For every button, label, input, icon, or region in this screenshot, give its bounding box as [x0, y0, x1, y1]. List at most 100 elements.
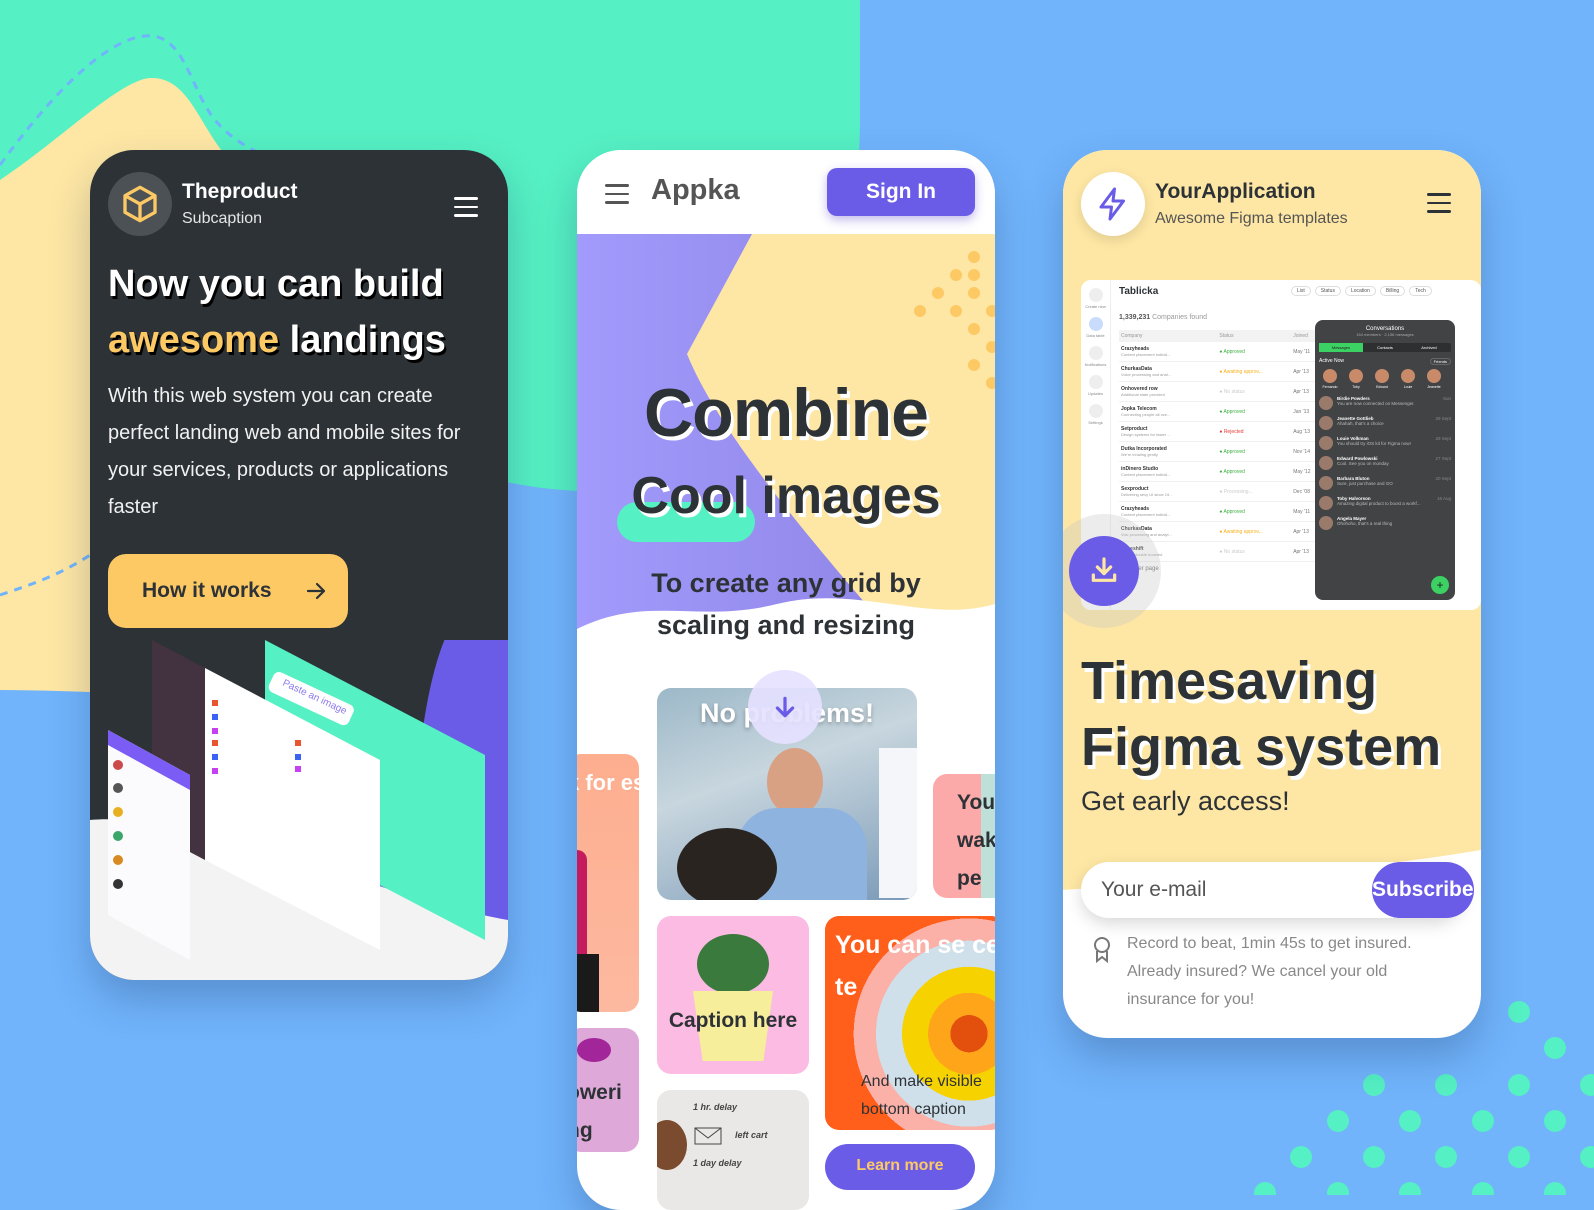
headline-line1: Now you can build [108, 263, 444, 305]
conversation-item[interactable]: Edward Powlowski Cool. See you on monday 2… [1315, 453, 1455, 473]
status-badge: ● Rejected [1219, 428, 1244, 435]
subscribe-button[interactable]: Subscribe [1372, 862, 1474, 918]
conversation-item[interactable]: Jeanette Gottlieb Ahahah, that's a choice… [1315, 413, 1455, 433]
cube-icon [108, 172, 172, 236]
lightning-icon [1081, 172, 1145, 236]
dashboard-sidebar-item[interactable]: Data table [1084, 317, 1107, 338]
headline: Timesaving Figma system [1081, 651, 1442, 777]
svg-text:1 hr. delay: 1 hr. delay [693, 1102, 738, 1112]
card-bottom-caption: And make visible bottom caption [861, 1073, 982, 1118]
status-badge: ● Approved [1219, 408, 1245, 415]
conversation-tab[interactable]: Archived [1407, 343, 1451, 352]
filter-chip[interactable]: Status [1314, 286, 1341, 296]
conversation-tab[interactable]: Messages [1319, 343, 1363, 352]
status-badge: ● No status [1219, 548, 1245, 555]
filter-chip[interactable]: Billing [1379, 286, 1406, 296]
dashboard-sidebar-item[interactable]: Settings [1084, 404, 1107, 425]
scroll-down-button[interactable] [748, 670, 822, 744]
active-now-label: Active Now [1319, 358, 1345, 364]
menu-icon[interactable] [1427, 193, 1451, 213]
dashboard-title: Tablicka [1119, 286, 1159, 297]
status-badge: ● Approved [1219, 508, 1245, 515]
conversations-panel: Conversations 154 members · 2,156 message… [1315, 320, 1455, 600]
grid-card-flower[interactable]: oweri ng [577, 1028, 639, 1152]
column-header[interactable]: Status [1219, 333, 1293, 339]
menu-icon[interactable] [454, 197, 478, 217]
download-button[interactable] [1069, 536, 1139, 606]
headline-rest: landings [289, 319, 446, 361]
active-user[interactable]: Edward [1371, 369, 1393, 389]
friends-button[interactable]: Friends [1429, 358, 1451, 365]
sign-in-button[interactable]: Sign In [827, 168, 975, 216]
arrow-right-icon [306, 582, 326, 600]
grid-card-plant[interactable]: Caption here [657, 916, 809, 1074]
conversation-item[interactable]: Angela Mayer Ohohoho, that's a real thing [1315, 513, 1455, 533]
card-text: You can se centered te [835, 931, 995, 1001]
handwriting-diagram: 1 hr. delay left cart 1 day delay [693, 1102, 769, 1168]
dashboard-preview: Create new Data table Notifications Updates… [1081, 280, 1481, 610]
app-header: Appka Sign In [577, 150, 995, 234]
card-text: Caption here [668, 1009, 798, 1032]
grid-card-alarm[interactable]: You wak pe [933, 774, 995, 898]
svg-text:1 day delay: 1 day delay [693, 1158, 743, 1168]
conversations-title: Conversations [1365, 326, 1405, 332]
grid-card-lipstick[interactable]: k for ess [577, 754, 639, 1012]
arrow-down-icon [775, 696, 795, 718]
how-it-works-button[interactable]: How it works [108, 554, 348, 628]
add-conversation-button[interactable]: + [1431, 576, 1449, 594]
award-icon [1094, 937, 1110, 964]
dashboard-sidebar-item[interactable]: Updates [1084, 375, 1107, 396]
dashboard-sidebar-item[interactable]: Create new [1084, 288, 1107, 309]
dashboard-sidebar-item[interactable]: Notifications [1084, 346, 1107, 367]
filter-chips: List Status Location Billing Tech [1291, 286, 1432, 296]
column-header[interactable]: Company [1121, 333, 1219, 339]
isometric-illustration: Paste an image [90, 640, 508, 980]
menu-icon[interactable] [605, 184, 629, 204]
description: With this web system you can create perf… [108, 385, 461, 518]
conversation-item[interactable]: Barbara Bluton Sure, just purchase and GO… [1315, 473, 1455, 493]
headline: Now you can build awesome landings [108, 256, 488, 368]
card-text: k for ess [577, 770, 639, 795]
status-badge: ● Awaiting approv... [1219, 528, 1263, 535]
phone-appka: Appka Sign In Combine Cool images To cre… [577, 150, 995, 1210]
active-user[interactable]: Toby [1345, 369, 1367, 389]
hero-subtitle-large: Cool images [631, 467, 941, 525]
grid-card-whiteboard[interactable]: 1 hr. delay left cart 1 day delay [657, 1090, 809, 1210]
early-access-text: Get early access! [1081, 786, 1290, 816]
brand-subcaption: Awesome Figma templates [1155, 210, 1348, 227]
grid-card-centered-text[interactable]: You can se centered te And make visible … [825, 916, 995, 1130]
brand-name: YourApplication [1155, 180, 1316, 203]
learn-more-button[interactable]: Learn more [825, 1144, 975, 1190]
hero-title: Combine [644, 375, 929, 451]
cta-label: How it works [142, 579, 272, 602]
conversation-item[interactable]: Louie Volkman You should try iOS kit for … [1315, 433, 1455, 453]
brand-name: Theproduct [182, 180, 298, 203]
conversation-item[interactable]: Toby Halvorson Amazing digital product to… [1315, 493, 1455, 513]
phone-yourapplication: YourApplication Awesome Figma templates … [1063, 150, 1481, 1038]
insurance-note: Record to beat, 1min 45s to get insured.… [1127, 935, 1412, 1008]
conversation-item[interactable]: Birdie Powders You are now connected on M… [1315, 393, 1455, 413]
status-badge: ● Approved [1219, 468, 1245, 475]
active-user[interactable]: Louie [1397, 369, 1419, 389]
svg-text:left cart: left cart [735, 1130, 769, 1140]
status-badge: ● Processing... [1219, 488, 1253, 495]
filter-chip[interactable]: Location [1344, 286, 1376, 296]
phone-theproduct: Theproduct Subcaption Now you can build … [90, 150, 508, 980]
headline-highlight: awesome [108, 319, 280, 361]
card-text: oweri ng [577, 1081, 622, 1142]
download-icon [1091, 557, 1117, 582]
conversations-meta: 154 members · 2,156 messages [1356, 332, 1414, 337]
email-input[interactable] [1081, 878, 1372, 902]
active-user[interactable]: Fernando [1319, 369, 1341, 389]
filter-chip[interactable]: List [1291, 286, 1311, 296]
filter-chip[interactable]: Tech [1409, 286, 1432, 296]
subscribe-form: Subscribe [1081, 862, 1474, 918]
status-badge: ● Awaiting approv... [1219, 368, 1263, 375]
conversation-tab[interactable]: Contacts [1363, 343, 1407, 352]
card-text: You wak pe [957, 791, 995, 890]
active-user[interactable]: Jeanette [1423, 369, 1445, 389]
brand-subcaption: Subcaption [182, 210, 263, 227]
status-badge: ● Approved [1219, 448, 1245, 455]
app-title: Appka [651, 174, 740, 206]
status-badge: ● No status [1219, 388, 1245, 395]
